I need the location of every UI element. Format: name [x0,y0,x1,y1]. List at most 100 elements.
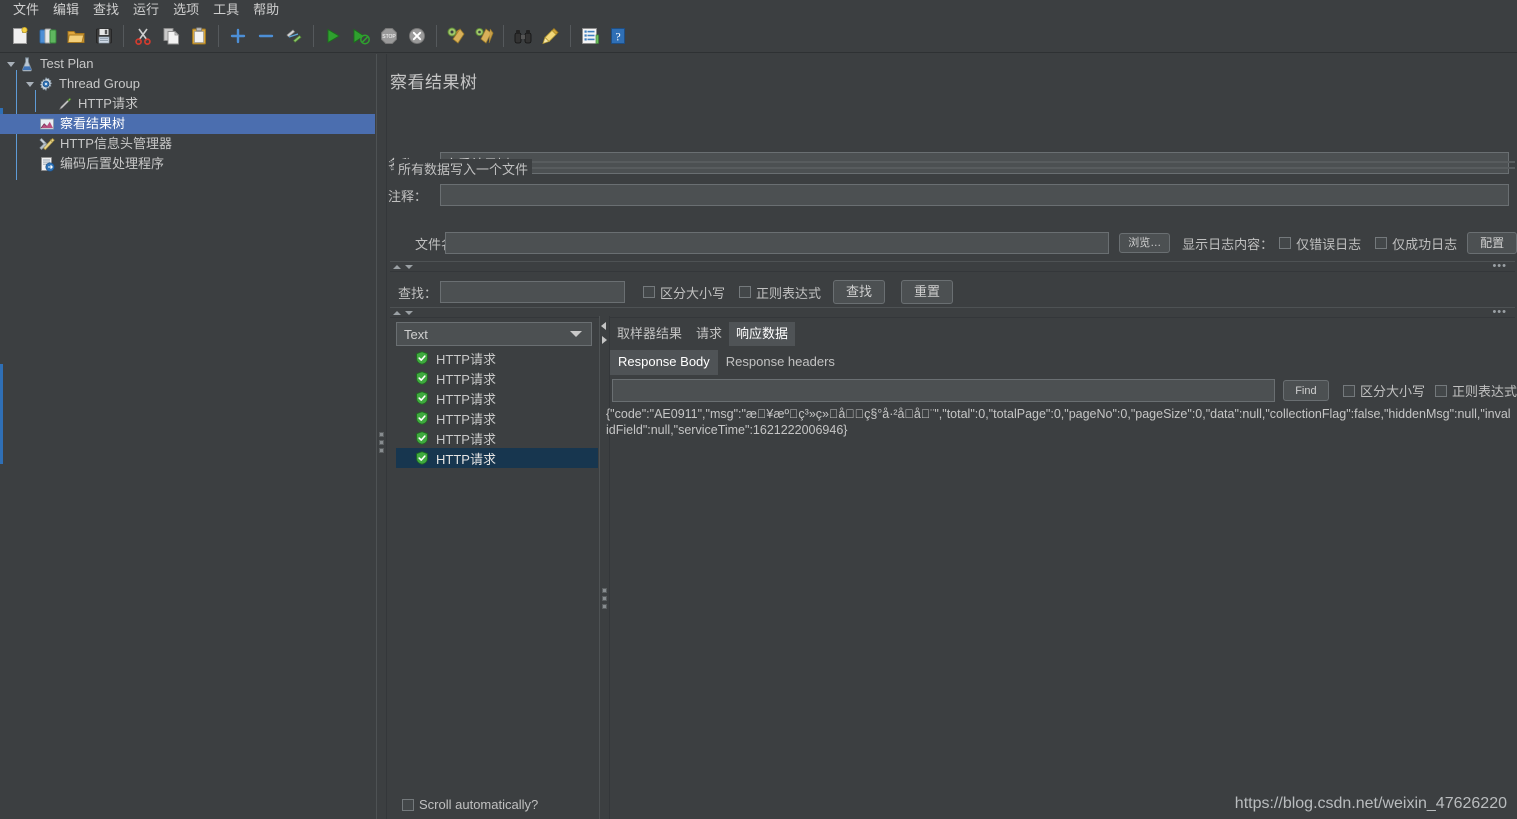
checkbox-box[interactable] [1434,384,1447,397]
checkbox-box[interactable] [1375,237,1388,249]
expand-chevron-icon[interactable] [23,74,37,94]
checkbox-box[interactable] [402,798,414,811]
browse-button[interactable]: 浏览… [1119,233,1171,253]
checkbox-box[interactable] [643,286,655,298]
collapse-down-arrow-icon[interactable] [405,264,413,269]
menu-tools[interactable]: 工具 [206,1,246,19]
results-list[interactable]: HTTP请求 HTTP请求 HTTP请求 HTTP请求 HTTP请求 HTTP请… [396,348,598,819]
search-case-sensitive-checkbox[interactable]: 区分大小写 [643,283,725,302]
configure-button[interactable]: 配置 [1467,232,1517,254]
tree-node-http-request[interactable]: HTTP请求 [0,94,375,114]
toggle-enable-icon[interactable] [281,23,307,49]
errors-only-checkbox[interactable]: 仅错误日志 [1279,234,1361,253]
function-helper-icon[interactable] [577,23,603,49]
new-document-icon[interactable] [7,23,33,49]
menu-bar: 文件 编辑 查找 运行 选项 工具 帮助 [0,0,1517,20]
help-question-icon[interactable]: ? [605,23,631,49]
collapse-down-arrow-icon[interactable] [405,310,413,315]
post-processor-icon [38,155,56,173]
subtab-response-headers[interactable]: Response headers [718,350,843,375]
reset-button[interactable]: 重置 [901,280,954,304]
horizontal-splitter-upper[interactable]: ••• [390,261,1515,272]
render-selector-combo[interactable]: Text [396,322,592,346]
checkbox-box[interactable] [1342,384,1355,397]
subtab-response-body[interactable]: Response Body [610,350,718,375]
result-row[interactable]: HTTP请求 [396,388,598,408]
horizontal-splitter-lower[interactable]: ••• [390,307,1515,318]
tab-sampler-result[interactable]: 取样器结果 [610,322,689,346]
tree-node-label: HTTP信息头管理器 [60,136,172,151]
tree-node-test-plan[interactable]: Test Plan [0,54,375,74]
save-icon[interactable] [91,23,117,49]
main-vertical-splitter[interactable] [376,54,387,819]
splitter-grip [379,448,384,453]
search-input[interactable] [440,281,625,303]
tree-node-post-processor[interactable]: 编码后置处理程序 [0,154,375,174]
result-row-selected[interactable]: HTTP请求 [396,448,598,468]
result-row[interactable]: HTTP请求 [396,368,598,388]
success-shield-icon [414,370,430,386]
menu-edit[interactable]: 编辑 [46,1,86,19]
menu-help[interactable]: 帮助 [246,1,286,19]
filename-row: 文件名 浏览… 显示日志内容： 仅错误日志 仅成功日志 配置 [388,232,1517,254]
collapse-minus-icon[interactable] [253,23,279,49]
filename-input[interactable] [445,232,1110,254]
menu-search[interactable]: 查找 [86,1,126,19]
templates-icon[interactable] [35,23,61,49]
tab-response-data[interactable]: 响应数据 [729,322,796,346]
toolbar-separator-6 [570,25,571,47]
copy-icon[interactable] [158,23,184,49]
result-row[interactable]: HTTP请求 [396,428,598,448]
open-folder-icon[interactable] [63,23,89,49]
scroll-automatically-checkbox[interactable]: Scroll automatically? [402,797,538,812]
expand-plus-icon[interactable] [225,23,251,49]
tree-node-header-manager[interactable]: HTTP信息头管理器 [0,134,375,154]
tree-node-label: 察看结果树 [60,116,126,131]
result-row[interactable]: HTTP请求 [396,348,598,368]
splitter-collapse-left-icon[interactable] [601,322,606,330]
shutdown-icon[interactable] [404,23,430,49]
collapse-up-arrow-icon[interactable] [393,264,401,269]
menu-file[interactable]: 文件 [6,1,46,19]
clear-all-broom-icon[interactable] [471,23,497,49]
collapse-up-arrow-icon[interactable] [393,310,401,315]
reset-broom-icon[interactable] [538,23,564,49]
success-shield-icon [414,450,430,466]
success-only-checkbox[interactable]: 仅成功日志 [1375,234,1457,253]
splitter-grip [379,432,384,437]
checkbox-box[interactable] [739,286,752,298]
paste-clipboard-icon[interactable] [186,23,212,49]
search-regex-checkbox[interactable]: 正则表达式 [739,283,821,302]
start-no-pause-icon[interactable] [348,23,374,49]
case-sensitive-label: 区分大小写 [660,285,726,301]
test-plan-tree[interactable]: Test Plan Thread Group HTTP请求 察看结果树 HTTP… [0,54,375,819]
detail-tabs[interactable]: 取样器结果 请求 响应数据 [610,322,796,346]
start-play-icon[interactable] [320,23,346,49]
tree-node-thread-group[interactable]: Thread Group [0,74,375,94]
jmeter-window: 文件 编辑 查找 运行 选项 工具 帮助 STOP ? Test Plan Th… [0,0,1517,819]
toolbar-separator-4 [436,25,437,47]
chevron-down-icon[interactable] [570,331,582,337]
response-case-sensitive-checkbox[interactable]: 区分大小写 [1342,381,1425,400]
response-regex-checkbox[interactable]: 正则表达式 [1434,381,1517,400]
menu-options[interactable]: 选项 [166,1,206,19]
success-only-label: 仅成功日志 [1392,236,1458,252]
response-find-button[interactable]: Find [1282,380,1329,401]
tab-request[interactable]: 请求 [689,322,729,346]
render-selector-value: Text [404,326,428,342]
response-find-input[interactable] [612,379,1275,402]
clear-broom-icon[interactable] [443,23,469,49]
splitter-collapse-right-icon[interactable] [602,336,607,344]
response-body-text[interactable]: {"code":"AE0911","msg":"æ ¥æº ç³»ç» å  ç… [606,406,1511,819]
tree-node-label: Thread Group [59,76,140,91]
expand-chevron-icon[interactable] [4,54,18,74]
binoculars-search-icon[interactable] [510,23,536,49]
cut-scissors-icon[interactable] [130,23,156,49]
result-row[interactable]: HTTP请求 [396,408,598,428]
checkbox-box[interactable] [1279,237,1292,249]
stop-icon[interactable]: STOP [376,23,402,49]
detail-subtabs[interactable]: Response Body Response headers [610,350,843,375]
menu-run[interactable]: 运行 [126,1,166,19]
tree-node-view-results-tree[interactable]: 察看结果树 [0,114,375,134]
search-button[interactable]: 查找 [833,280,886,304]
